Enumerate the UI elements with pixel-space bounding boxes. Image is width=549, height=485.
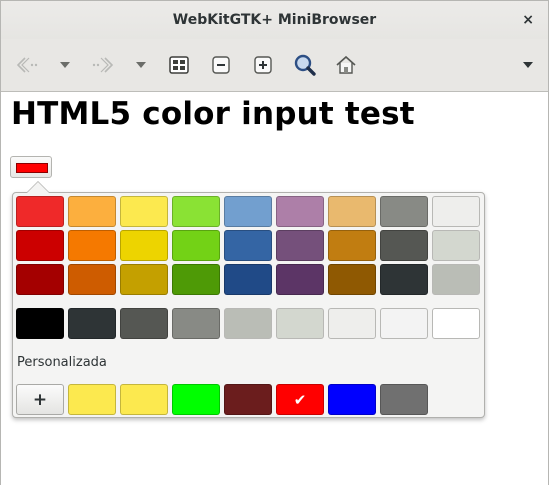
custom-color-swatch[interactable] (328, 384, 376, 415)
custom-color-swatch[interactable] (380, 384, 428, 415)
color-swatch[interactable] (16, 230, 64, 261)
search-icon (294, 54, 316, 76)
gray-swatch[interactable] (328, 308, 376, 339)
window-title: WebKitGTK+ MiniBrowser (172, 12, 377, 28)
inspector-button[interactable] (167, 53, 191, 77)
selected-custom-color-swatch[interactable]: ✔ (276, 384, 324, 415)
home-icon (336, 55, 356, 74)
back-arrow-icon (16, 57, 38, 73)
custom-section-label: Personalizada (17, 355, 107, 370)
gray-swatch[interactable] (380, 308, 428, 339)
back-history-dropdown[interactable] (53, 53, 77, 77)
color-swatch[interactable] (172, 264, 220, 295)
zoom-out-icon (212, 56, 230, 74)
chevron-down-icon (60, 62, 70, 68)
gray-swatch[interactable] (432, 308, 480, 339)
find-button[interactable] (293, 53, 317, 77)
menu-chevron-down-icon (523, 62, 533, 68)
gray-swatch[interactable] (276, 308, 324, 339)
forward-button[interactable] (91, 53, 115, 77)
gray-swatch[interactable] (68, 308, 116, 339)
color-swatch[interactable] (120, 264, 168, 295)
zoom-out-button[interactable] (209, 53, 233, 77)
zoom-in-button[interactable] (251, 53, 275, 77)
custom-color-swatch[interactable] (224, 384, 272, 415)
forward-history-dropdown[interactable] (129, 53, 153, 77)
color-chooser-popover: Personalizada + ✔ (12, 181, 485, 418)
color-swatch[interactable] (172, 230, 220, 261)
gray-swatch[interactable] (172, 308, 220, 339)
chevron-down-icon (136, 62, 146, 68)
color-swatch[interactable] (380, 196, 428, 227)
color-swatch[interactable] (276, 230, 324, 261)
menu-button[interactable] (516, 53, 540, 77)
gray-swatch[interactable] (224, 308, 272, 339)
color-swatch[interactable] (16, 196, 64, 227)
color-swatch[interactable] (224, 196, 272, 227)
color-swatch[interactable] (328, 230, 376, 261)
color-swatch[interactable] (120, 230, 168, 261)
color-swatch[interactable] (120, 196, 168, 227)
color-swatch[interactable] (328, 264, 376, 295)
toolbar (1, 39, 548, 92)
close-icon[interactable]: × (522, 1, 534, 39)
color-swatch[interactable] (224, 264, 272, 295)
zoom-in-icon (254, 56, 272, 74)
color-swatch[interactable] (380, 230, 428, 261)
color-input[interactable] (10, 156, 52, 178)
color-swatch[interactable] (276, 196, 324, 227)
color-swatch[interactable] (16, 264, 64, 295)
custom-color-swatch[interactable] (172, 384, 220, 415)
color-input-swatch (16, 163, 48, 173)
color-swatch[interactable] (276, 264, 324, 295)
page-heading: HTML5 color input test (11, 96, 415, 132)
color-swatch[interactable] (432, 230, 480, 261)
back-button[interactable] (15, 53, 39, 77)
color-swatch[interactable] (328, 196, 376, 227)
color-swatch[interactable] (224, 230, 272, 261)
browser-window: WebKitGTK+ MiniBrowser × HTML5 color inp… (0, 0, 549, 485)
color-swatch[interactable] (432, 196, 480, 227)
color-swatch[interactable] (380, 264, 428, 295)
color-swatch[interactable] (68, 196, 116, 227)
web-content: HTML5 color input test Personalizada + ✔ (1, 92, 548, 485)
color-swatch[interactable] (432, 264, 480, 295)
color-swatch[interactable] (172, 196, 220, 227)
gray-swatch[interactable] (16, 308, 64, 339)
checkmark-icon: ✔ (293, 390, 307, 409)
gray-swatch[interactable] (120, 308, 168, 339)
title-bar: WebKitGTK+ MiniBrowser × (1, 1, 548, 39)
forward-arrow-icon (92, 57, 114, 73)
inspector-icon (169, 56, 189, 74)
color-swatch[interactable] (68, 230, 116, 261)
home-button[interactable] (334, 53, 358, 77)
color-swatch[interactable] (68, 264, 116, 295)
custom-color-swatch[interactable] (68, 384, 116, 415)
add-custom-color-button[interactable]: + (16, 384, 64, 415)
custom-color-swatch[interactable] (120, 384, 168, 415)
